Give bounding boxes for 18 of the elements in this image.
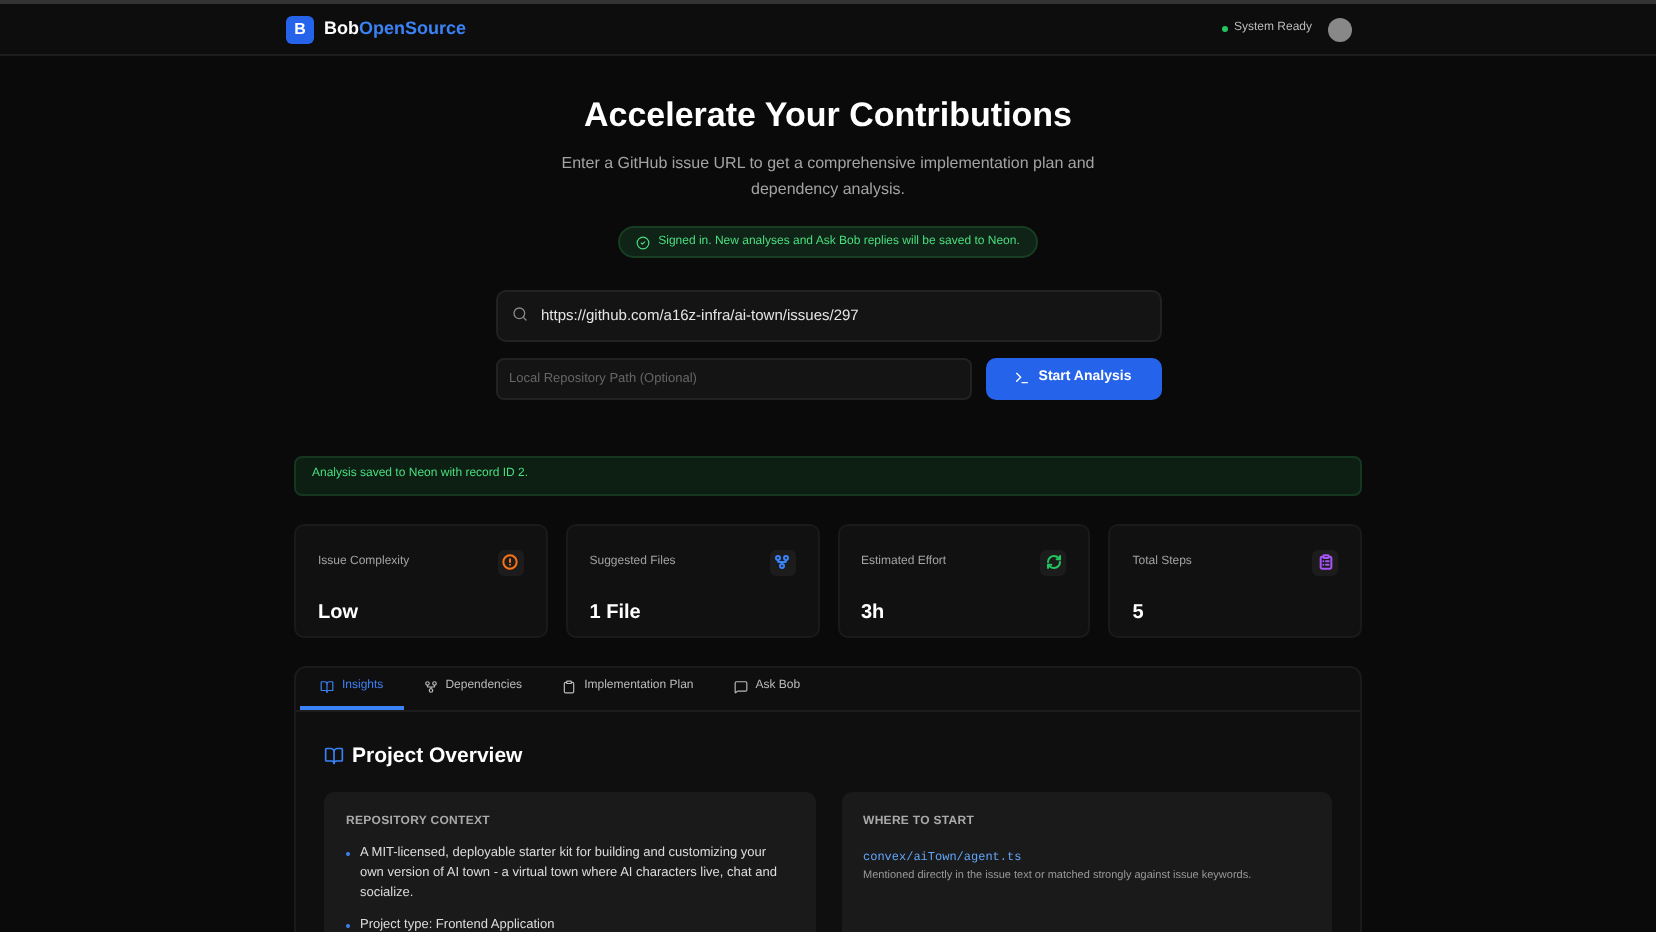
stat-value: 5	[1132, 599, 1146, 627]
hero-subtitle: Enter a GitHub issue URL to get a comprehensive implementation plan and dependency analysis.	[559, 152, 1097, 202]
clipboard-icon	[562, 679, 577, 693]
logo-icon: B	[286, 15, 314, 43]
check-circle-icon	[636, 235, 651, 249]
section-title: Project Overview	[352, 741, 523, 771]
book-icon	[324, 746, 344, 767]
stat-value: 3h	[861, 599, 887, 627]
stat-value: Low	[318, 599, 360, 627]
book-icon	[320, 679, 334, 693]
stat-value: 1 File	[589, 599, 643, 627]
chat-bubble-icon	[733, 679, 748, 693]
terminal-icon	[1014, 370, 1031, 386]
brand-name: BobOpenSource	[324, 15, 467, 42]
avatar-icon[interactable]	[1328, 17, 1352, 41]
search-icon	[511, 306, 527, 322]
branch-icon	[423, 679, 438, 693]
hero-title: Accelerate Your Contributions	[581, 94, 1075, 138]
